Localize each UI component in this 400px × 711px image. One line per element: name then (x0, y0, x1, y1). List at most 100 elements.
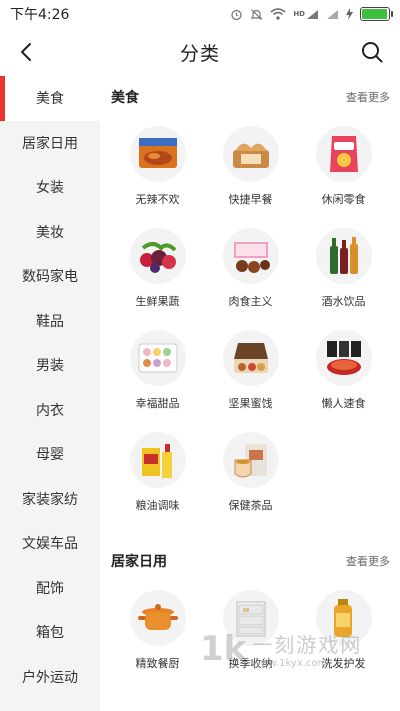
bottles-icon (315, 228, 372, 284)
sidebar-item-label: 鞋品 (36, 313, 64, 330)
cooking-pot-icon (129, 590, 186, 646)
sidebar-item[interactable]: 鞋品 (0, 299, 100, 344)
sidebar-item-label: 内衣 (36, 402, 64, 419)
sidebar-item-label: 户外运动 (22, 669, 78, 686)
sidebar-item-label: 配饰 (36, 580, 64, 597)
sidebar-item-label: 文娱车品 (22, 536, 78, 553)
category-label: 快捷早餐 (228, 193, 273, 206)
category-item[interactable]: 快捷早餐 (204, 118, 297, 220)
status-icons: HD (230, 7, 393, 21)
category-item[interactable]: 粮油调味 (111, 424, 204, 526)
category-item[interactable]: 幸福甜品 (111, 322, 204, 424)
sidebar-item-label: 居家日用 (22, 135, 78, 152)
hd-signal-icon: HD (293, 9, 319, 20)
shampoo-bottle-icon (315, 590, 372, 646)
category-label: 懒人速食 (321, 397, 366, 410)
category-label: 无辣不欢 (135, 193, 180, 206)
category-grid: 精致餐厨 换季收纳 洗发护发 (111, 582, 390, 684)
sidebar-item[interactable]: 居家日用 (0, 121, 100, 166)
sidebar-item[interactable]: 美食 (0, 76, 100, 121)
charging-icon (346, 8, 353, 20)
category-grid: 无辣不欢 快捷早餐 休闲零食 生鲜果蔬 肉食主义 酒水饮品 幸福甜品 坚果蜜饯 … (111, 118, 390, 526)
bread-icon (222, 126, 279, 182)
oil-bottle-icon (129, 432, 186, 488)
top-nav-bar: 分类 (0, 28, 400, 76)
battery-icon (360, 7, 393, 21)
category-item[interactable]: 生鲜果蔬 (111, 220, 204, 322)
alarm-icon (230, 8, 243, 21)
sidebar-item[interactable]: 母婴 (0, 432, 100, 477)
category-label: 精致餐厨 (135, 657, 180, 670)
storage-drawer-icon (222, 590, 279, 646)
sidebar-item-label: 女装 (36, 180, 64, 197)
sidebar-item[interactable]: 数码家电 (0, 254, 100, 299)
section-header: 居家日用 查看更多 (111, 540, 390, 582)
sidebar-item[interactable]: 户外运动 (0, 655, 100, 700)
sidebar-item[interactable]: 男装 (0, 343, 100, 388)
sidebar-item[interactable]: 内衣 (0, 388, 100, 433)
back-button[interactable] (10, 36, 42, 68)
search-icon (362, 42, 383, 63)
wifi-icon (270, 8, 286, 20)
macaron-box-icon (129, 330, 186, 386)
section-title: 美食 (111, 90, 139, 106)
category-item[interactable]: 精致餐厨 (111, 582, 204, 684)
jerky-pack-icon (129, 126, 186, 182)
category-item[interactable]: 无辣不欢 (111, 118, 204, 220)
category-label: 洗发护发 (321, 657, 366, 670)
sidebar-item-label: 男装 (36, 358, 64, 375)
category-label: 肉食主义 (228, 295, 273, 308)
page-title: 分类 (179, 42, 220, 65)
category-item[interactable]: 懒人速食 (297, 322, 390, 424)
chips-bag-icon (315, 126, 372, 182)
sidebar-item-label: 美妆 (36, 224, 64, 241)
category-item[interactable]: 肉食主义 (204, 220, 297, 322)
category-label: 保健茶品 (228, 499, 273, 512)
instant-noodles-icon (315, 330, 372, 386)
sidebar-item[interactable]: 家装家纺 (0, 477, 100, 522)
section-food: 美食 查看更多 无辣不欢 快捷早餐 休闲零食 生鲜果蔬 肉食主义 酒水饮品 幸福… (100, 76, 400, 526)
category-sidebar: 美食 居家日用 女装 美妆 数码家电 鞋品 男装 内衣 母婴 家装家纺 文娱车品… (0, 76, 100, 711)
section-header: 美食 查看更多 (111, 76, 390, 118)
sidebar-item-label: 数码家电 (22, 269, 78, 286)
chevron-left-icon (21, 43, 31, 61)
category-item[interactable]: 换季收纳 (204, 582, 297, 684)
category-label: 粮油调味 (135, 499, 180, 512)
section-household: 居家日用 查看更多 精致餐厨 换季收纳 洗发护发 (100, 540, 400, 684)
sidebar-item[interactable]: 文娱车品 (0, 521, 100, 566)
view-more-link[interactable]: 查看更多 (346, 553, 390, 569)
category-label: 休闲零食 (321, 193, 366, 206)
status-time: 下午4:26 (10, 7, 70, 23)
meat-box-icon (222, 228, 279, 284)
category-label: 幸福甜品 (135, 397, 180, 410)
view-more-link[interactable]: 查看更多 (346, 89, 390, 105)
signal-icon (326, 9, 339, 20)
hd-label: HD (293, 10, 305, 18)
tea-box-icon (222, 432, 279, 488)
sidebar-item[interactable]: 配饰 (0, 566, 100, 611)
category-item[interactable]: 坚果蜜饯 (204, 322, 297, 424)
search-button[interactable] (356, 36, 388, 68)
status-bar: 下午4:26 HD (0, 0, 400, 28)
battery-fill (362, 9, 387, 19)
category-label: 换季收纳 (228, 657, 273, 670)
nuts-box-icon (222, 330, 279, 386)
section-title: 居家日用 (111, 554, 167, 570)
sidebar-item-label: 母婴 (36, 447, 64, 464)
sidebar-item[interactable]: 箱包 (0, 610, 100, 655)
category-item[interactable]: 休闲零食 (297, 118, 390, 220)
mute-icon (250, 8, 263, 21)
sidebar-item[interactable]: 女装 (0, 165, 100, 210)
category-label: 坚果蜜饯 (228, 397, 273, 410)
category-content: 美食 查看更多 无辣不欢 快捷早餐 休闲零食 生鲜果蔬 肉食主义 酒水饮品 幸福… (100, 76, 400, 711)
category-item[interactable]: 酒水饮品 (297, 220, 390, 322)
sidebar-item[interactable]: 美妆 (0, 210, 100, 255)
berries-icon (129, 228, 186, 284)
category-item[interactable]: 洗发护发 (297, 582, 390, 684)
category-item[interactable]: 保健茶品 (204, 424, 297, 526)
category-label: 生鲜果蔬 (135, 295, 180, 308)
sidebar-item-label: 家装家纺 (22, 491, 78, 508)
sidebar-item-label: 箱包 (36, 625, 64, 642)
category-label: 酒水饮品 (321, 295, 366, 308)
